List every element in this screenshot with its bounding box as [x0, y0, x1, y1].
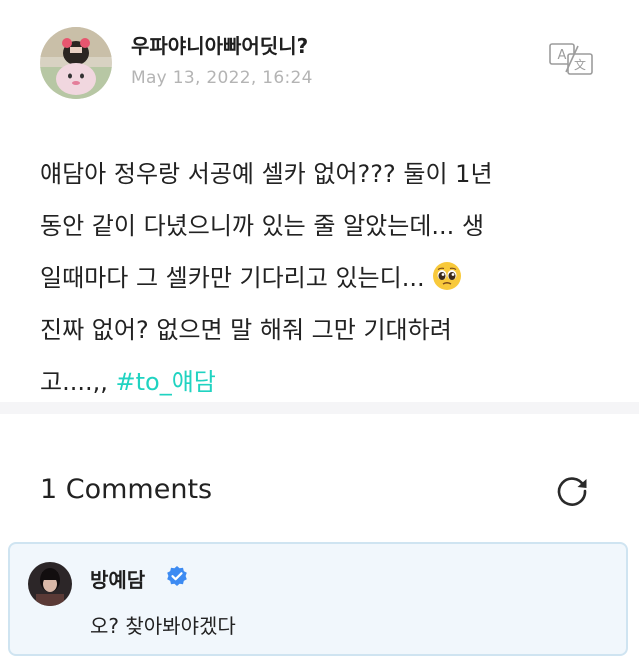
post-line: 진짜 없어? 없으면 말 해줘 그만 기대하려: [40, 316, 452, 344]
post-header: 우파야니아빠어딧니? May 13, 2022, 16:24 A 文: [0, 0, 639, 120]
refresh-icon[interactable]: [553, 472, 591, 510]
post-line: 고....,, #to_얘담: [40, 356, 610, 408]
comments-count: 1 Comments: [40, 474, 213, 505]
svg-text:文: 文: [574, 57, 586, 72]
commenter-name[interactable]: 방예담: [90, 564, 145, 593]
svg-text:A: A: [558, 48, 567, 63]
pleading-face-emoji: [432, 257, 462, 290]
post-line-text: 고....,,: [40, 368, 108, 396]
commenter-avatar[interactable]: [28, 562, 72, 606]
post-line: 동안 같이 다녔으니까 있는 줄 알았는데... 생: [40, 212, 485, 240]
hashtag-link[interactable]: #to_얘담: [116, 368, 216, 396]
author-avatar[interactable]: [40, 27, 112, 99]
post-line-text: 일때마다 그 셀카만 기다리고 있는디...: [40, 264, 425, 292]
post-line: 얘담아 정우랑 서공예 셀카 없어??? 둘이 1년: [40, 160, 493, 188]
translate-icon[interactable]: A 文: [548, 42, 596, 78]
post-line: 일때마다 그 셀카만 기다리고 있는디...: [40, 252, 610, 304]
post-date: May 13, 2022, 16:24: [131, 68, 313, 88]
comment-text: 오? 찾아봐야겠다: [90, 614, 236, 638]
post-body: 얘담아 정우랑 서공예 셀카 없어??? 둘이 1년 동안 같이 다녔으니까 있…: [40, 148, 610, 408]
author-name[interactable]: 우파야니아빠어딧니?: [131, 30, 308, 59]
section-divider: [0, 402, 639, 414]
comment-card: 방예담 오? 찾아봐야겠다: [8, 542, 628, 656]
verified-badge-icon: [165, 565, 189, 589]
